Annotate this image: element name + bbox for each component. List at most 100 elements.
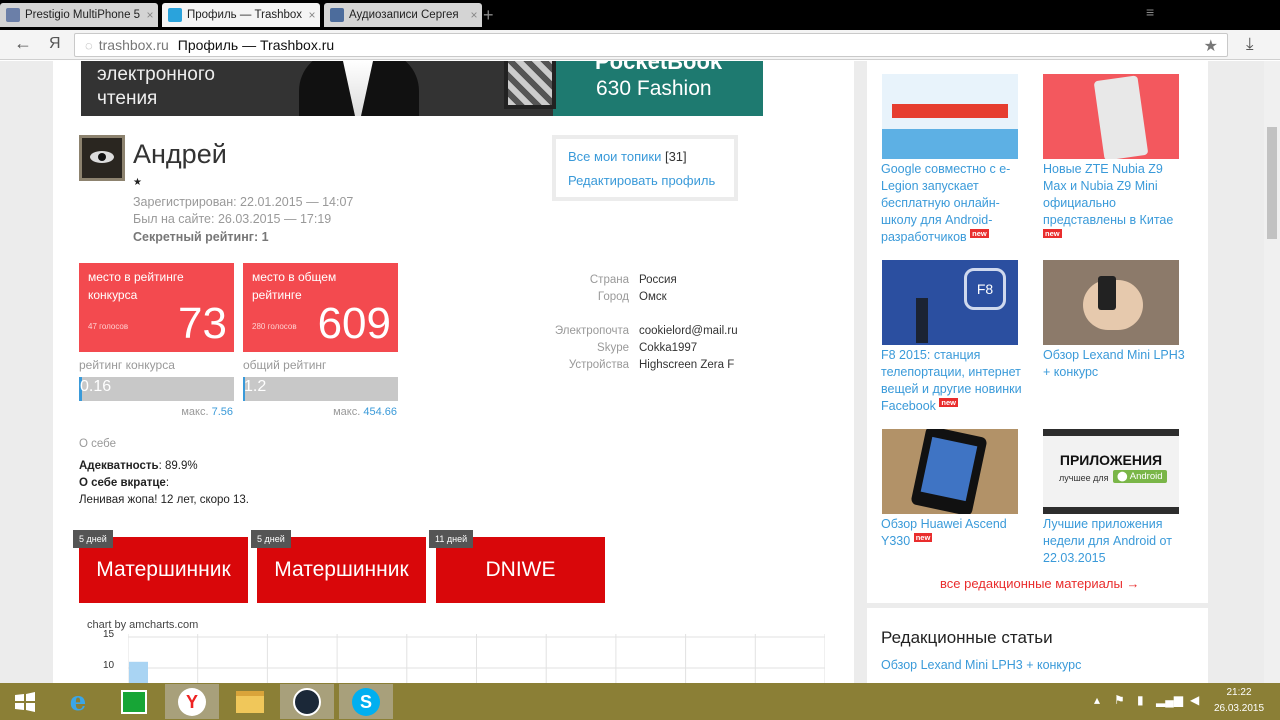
about-heading: О себе [79, 438, 117, 450]
signal-icon[interactable]: ▂▄▆ [1156, 693, 1183, 707]
edit-profile-link[interactable]: Редактировать профиль [568, 173, 715, 188]
profile-links-box: Все мои топики [31] Редактировать профил… [552, 135, 738, 201]
yandex-browser-icon: Y [178, 687, 206, 716]
start-button[interactable] [0, 684, 52, 719]
news-image-f8[interactable]: F8 [882, 260, 1018, 345]
close-icon[interactable]: × [142, 8, 158, 22]
store-icon [121, 689, 147, 714]
devices-value: Highscreen Zera F [639, 359, 735, 371]
contest-rating-box[interactable]: место в рейтинге конкурса 47 голосов 73 [79, 263, 234, 352]
news-image-lexand[interactable] [1043, 260, 1179, 345]
scrollbar-thumb[interactable] [1267, 127, 1277, 239]
bookmark-star-icon[interactable]: ★ [1204, 36, 1218, 56]
overall-rating-label: общий рейтинг [243, 358, 327, 372]
phone-shape [1093, 75, 1149, 159]
editorial-first-link[interactable]: Обзор Lexand Mini LPH3 + конкурс [881, 658, 1081, 672]
taskbar-clock[interactable]: 21:22 26.03.2015 [1212, 685, 1266, 717]
news-image-apps[interactable]: ПРИЛОЖЕНИЯ лучшее для ⬤ Android [1043, 429, 1179, 514]
news-image-zte[interactable] [1043, 74, 1179, 159]
yandex-logo-icon[interactable]: Я [49, 35, 61, 53]
news-image-huawei[interactable] [882, 429, 1018, 514]
skype-label: Skype [597, 342, 629, 354]
brief-label-line: О себе вкратце: [79, 477, 169, 489]
taskbar-ie[interactable]: e [51, 684, 105, 719]
address-bar[interactable]: ◌ trashbox.ru Профиль — Trashbox.ru ★ [74, 33, 1228, 57]
vertical-scrollbar[interactable] [1264, 61, 1280, 683]
browser-toolbar: ← Я ◌ trashbox.ru Профиль — Trashbox.ru … [0, 30, 1280, 60]
news-link-zte[interactable]: Новые ZTE Nubia Z9 Max и Nubia Z9 Mini о… [1043, 161, 1188, 246]
all-topics-link[interactable]: Все мои топики [31] [568, 149, 687, 164]
contest-rating-bar: 0.16 [79, 377, 234, 401]
chart-y-tick-10: 10 [103, 660, 115, 671]
network-icon[interactable]: ⚑ [1114, 693, 1125, 707]
news-link-google[interactable]: Google совместно с e-Legion запускает бе… [881, 161, 1026, 246]
taskbar-store[interactable] [107, 684, 161, 719]
taskbar-explorer[interactable] [223, 684, 277, 719]
news-image-google[interactable] [882, 74, 1018, 159]
apps-image-subtitle: лучшее для [1059, 473, 1109, 483]
pocketbook-ad-banner[interactable]: электронного чтения PocketBook 630 Fashi… [81, 61, 763, 116]
download-icon[interactable]: ⤓ [1246, 34, 1254, 54]
new-badge: new [913, 533, 933, 542]
skype-value: Cokka1997 [639, 342, 698, 354]
votes-count: 280 голосов [252, 322, 297, 331]
window-menu-icon[interactable]: ≡ [1146, 4, 1154, 20]
speaker-figure [916, 298, 928, 343]
country-value: Россия [639, 274, 677, 286]
close-icon[interactable]: × [304, 8, 320, 22]
page-icon: ◌ [85, 37, 93, 53]
news-title: Обзор Lexand Mini LPH3 + конкурс [1043, 348, 1185, 379]
news-link-lexand[interactable]: Обзор Lexand Mini LPH3 + конкурс [1043, 347, 1188, 381]
max-value-link[interactable]: 7.56 [212, 406, 233, 418]
taskbar-skype[interactable]: S [339, 684, 393, 719]
close-icon[interactable]: × [466, 8, 482, 22]
folder-icon [236, 690, 264, 713]
f8-logo-icon: F8 [964, 268, 1006, 310]
clock-time: 21:22 [1226, 687, 1252, 698]
editorial-heading: Редакционные статьи [881, 628, 1053, 647]
taskbar-steam[interactable] [280, 684, 334, 719]
devices-label: Устройства [568, 359, 629, 371]
max-value-link[interactable]: 454.66 [363, 406, 397, 418]
news-link-huawei[interactable]: Обзор Huawei Ascend Y330 new [881, 516, 1026, 550]
ereader-image [504, 61, 556, 109]
secret-rating: Секретный рейтинг: 1 [133, 230, 269, 244]
chart-bar[interactable] [129, 661, 148, 683]
news-link-apps[interactable]: Лучшие приложения недели для Android от … [1043, 516, 1188, 567]
all-materials-link[interactable]: все редакционные материалы → [940, 576, 1139, 591]
power-icon[interactable]: ▮ [1137, 693, 1144, 707]
skype-icon: S [352, 687, 380, 716]
android-badge: ⬤ Android [1113, 470, 1167, 483]
rating-value: 1.2 [244, 378, 267, 395]
brief-colon: : [165, 477, 170, 489]
overall-rating-bar: 1.2 [243, 377, 398, 401]
new-tab-icon[interactable]: + [483, 5, 494, 26]
clock-date: 26.03.2015 [1213, 703, 1265, 714]
taskbar-yandex-browser[interactable]: Y [165, 684, 219, 719]
tab-trashbox[interactable]: Профиль — Trashbox × [162, 3, 320, 27]
overall-rating-box[interactable]: место в общем рейтинге 280 голосов 609 [243, 263, 398, 352]
volume-icon[interactable]: ◀ [1190, 693, 1199, 707]
news-link-f8[interactable]: F8 2015: станция телепортации, интернет … [881, 347, 1026, 415]
tab-vk-audio[interactable]: Аудиозаписи Сергея × [324, 3, 482, 27]
votes-count: 47 голосов [88, 322, 129, 331]
news-title: Обзор Huawei Ascend Y330 [881, 517, 1007, 548]
windows-logo-icon [15, 691, 35, 712]
registered-date: Зарегистрирован: 22.01.2015 — 14:07 [133, 195, 354, 209]
tab-prestigio[interactable]: Prestigio MultiPhone 5 × [0, 3, 158, 27]
tray-expand-icon[interactable]: ▴ [1094, 693, 1100, 707]
city-label: Город [597, 291, 629, 303]
phone-shape [1098, 276, 1116, 310]
back-arrow-icon[interactable]: ← [14, 33, 32, 54]
news-title: Google совместно с e-Legion запускает бе… [881, 162, 1011, 244]
brief-label: О себе вкратце [79, 477, 166, 489]
trashbox-favicon-icon [168, 8, 182, 22]
last-seen-date: Был на сайте: 26.03.2015 — 17:19 [133, 212, 332, 226]
email-label: Электропочта [554, 325, 629, 337]
android-badge-text: Android [1129, 471, 1163, 482]
user-star-icon: ★ [133, 177, 142, 188]
city-skyline-shape [882, 129, 1018, 159]
max-label: макс. [333, 406, 361, 418]
browser-tab-strip: Prestigio MultiPhone 5 × Профиль — Trash… [0, 0, 1280, 30]
news-title: Новые ZTE Nubia Z9 Max и Nubia Z9 Mini о… [1043, 162, 1174, 227]
